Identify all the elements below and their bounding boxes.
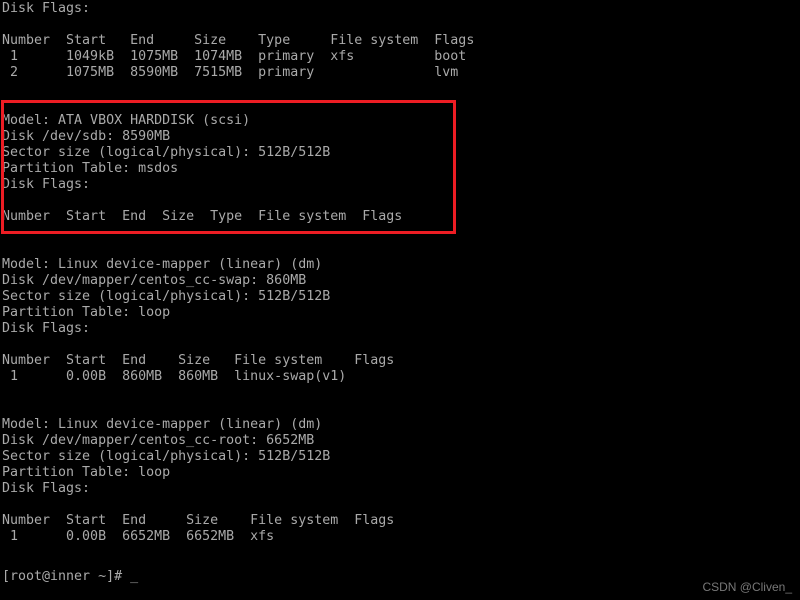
- csdn-watermark: CSDN @Cliven_: [702, 580, 792, 594]
- text-cursor: _: [130, 569, 139, 584]
- terminal-output-text: Disk Flags: Number Start End Size Type F…: [2, 1, 475, 544]
- shell-prompt-line[interactable]: [root@inner ~]# _: [2, 569, 138, 585]
- terminal-screen[interactable]: Disk Flags: Number Start End Size Type F…: [0, 0, 800, 600]
- prompt-string: [root@inner ~]#: [2, 569, 131, 584]
